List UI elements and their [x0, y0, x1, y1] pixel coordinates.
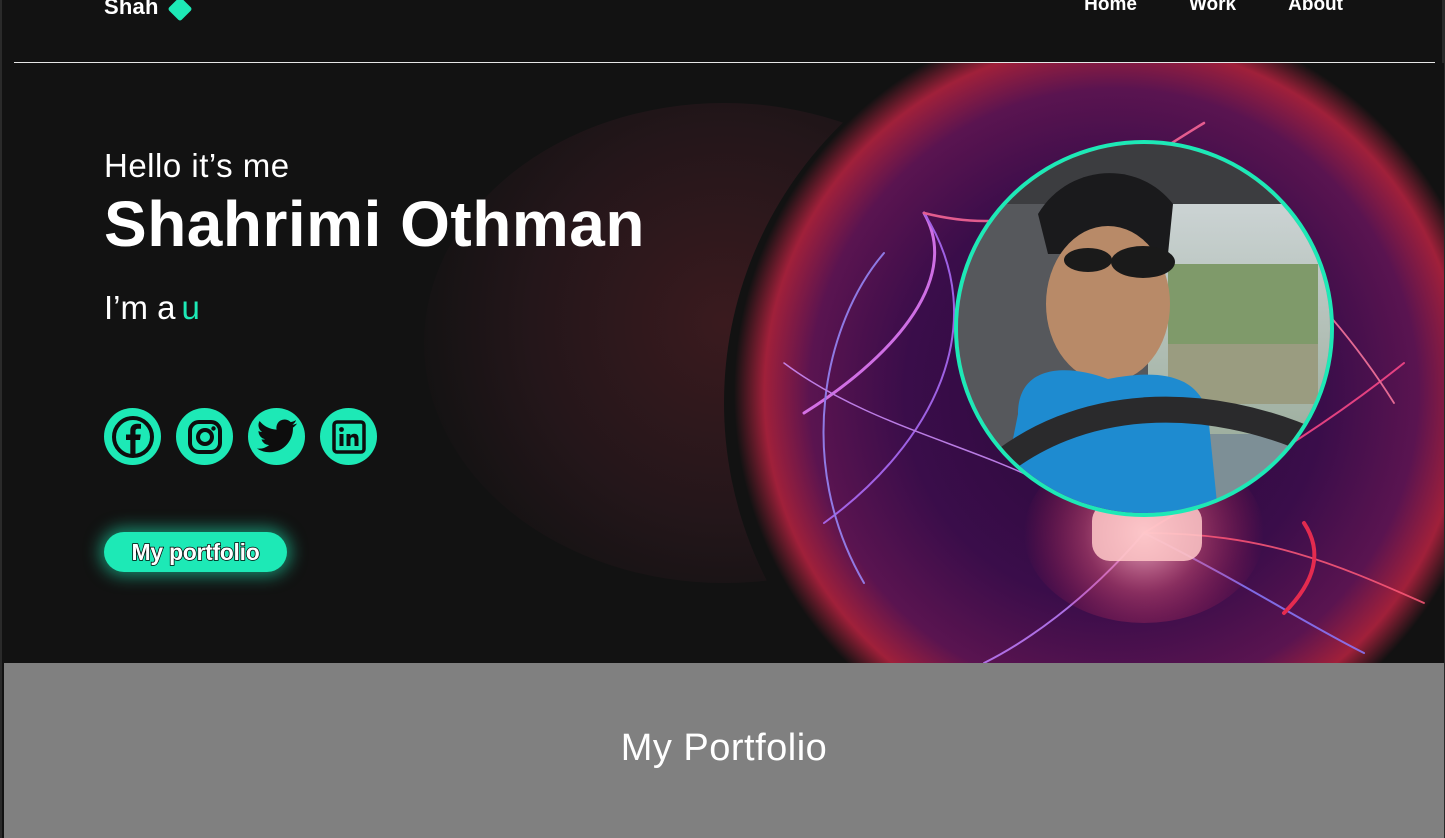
- facebook-icon: [111, 415, 154, 458]
- nav-link-home[interactable]: Home: [1084, 0, 1137, 16]
- facebook-link[interactable]: [104, 408, 161, 465]
- logo-text: Shah: [104, 0, 159, 19]
- site-logo[interactable]: Shah: [104, 0, 193, 22]
- role-typed-text: u: [181, 289, 200, 326]
- hero-greeting: Hello it’s me: [104, 147, 290, 184]
- instagram-link[interactable]: [176, 408, 233, 465]
- hero-section: Hello it’s me Shahrimi Othman I’m au My …: [4, 63, 1444, 663]
- navbar: Shah Home Work About: [14, 0, 1435, 63]
- hero-role-line: I’m au: [104, 289, 200, 327]
- section-title: My Portfolio: [620, 727, 828, 769]
- portfolio-section: My Portfolio: [4, 663, 1444, 838]
- diamond-icon: [167, 0, 193, 22]
- page: Shah Home Work About Hello it’s me Shahr…: [0, 0, 1445, 838]
- hero-name: Shahrimi Othman: [104, 188, 645, 260]
- my-portfolio-button[interactable]: My portfolio: [104, 532, 287, 572]
- twitter-icon: [256, 418, 297, 452]
- nav-links: Home Work About: [1084, 0, 1343, 16]
- social-links: [104, 408, 377, 465]
- profile-avatar: [954, 140, 1334, 517]
- nav-link-about[interactable]: About: [1288, 0, 1343, 16]
- twitter-link[interactable]: [248, 408, 305, 465]
- linkedin-link[interactable]: [320, 408, 377, 465]
- profile-photo: [958, 144, 1330, 513]
- instagram-icon: [187, 419, 222, 454]
- nav-link-work[interactable]: Work: [1189, 0, 1236, 16]
- role-prefix: I’m a: [104, 289, 176, 326]
- linkedin-icon: [331, 419, 366, 454]
